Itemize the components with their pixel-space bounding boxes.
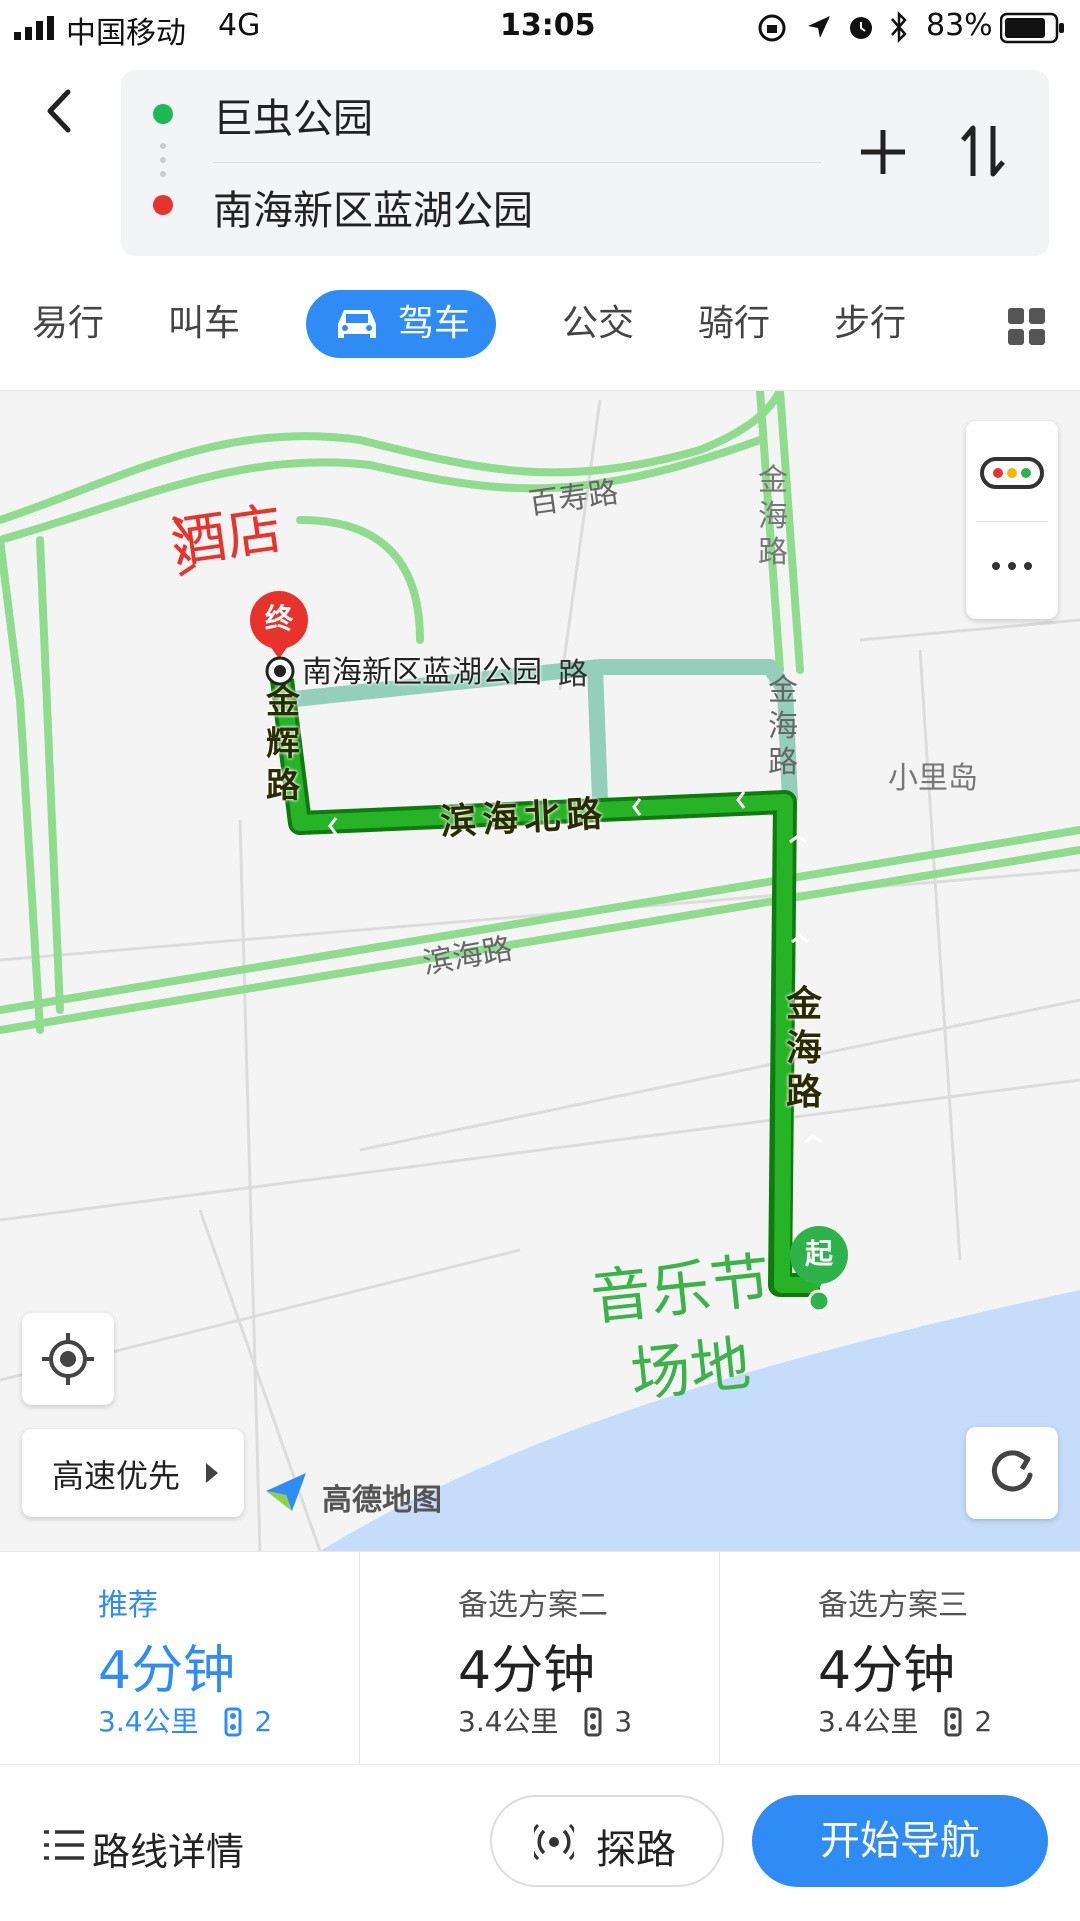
battery-icon bbox=[1000, 12, 1064, 44]
handwritten-hotel: 酒店 bbox=[166, 496, 287, 577]
start-navigation-label: 开始导航 bbox=[820, 1818, 980, 1864]
tab-easy[interactable]: 易行 bbox=[32, 290, 104, 358]
map-canvas[interactable] bbox=[0, 391, 1080, 1551]
plan-distance: 3.4公里 bbox=[98, 1705, 199, 1738]
route-dots bbox=[153, 104, 173, 215]
tab-drive[interactable]: 驾车 bbox=[306, 290, 497, 358]
plan-time: 4分钟 bbox=[98, 1641, 236, 1701]
plan-meta: 3.4公里 2 bbox=[818, 1700, 992, 1740]
plan-recommended[interactable]: 推荐 4分钟 3.4公里 2 bbox=[0, 1552, 359, 1765]
plan-lights: 2 bbox=[254, 1705, 273, 1738]
place-label-xiaoli: 小里岛 bbox=[888, 761, 978, 796]
clock: 13:05 bbox=[500, 8, 596, 43]
back-icon[interactable] bbox=[38, 86, 78, 136]
amap-logo-text: 高德地图 bbox=[322, 1483, 442, 1518]
caret-right-icon bbox=[206, 1463, 218, 1483]
route-line bbox=[274, 679, 818, 1293]
route-divider bbox=[213, 162, 821, 163]
network-type: 4G bbox=[218, 8, 261, 43]
plan-time: 4分钟 bbox=[818, 1641, 956, 1701]
refresh-icon bbox=[992, 1450, 1033, 1492]
tool-divider bbox=[976, 521, 1048, 522]
plan-alt-two[interactable]: 备选方案二 4分钟 3.4公里 3 bbox=[360, 1552, 719, 1765]
amap-logo-icon bbox=[266, 1473, 306, 1511]
traffic-light-icon bbox=[584, 1707, 602, 1737]
handwritten-music-line2: 场地 bbox=[627, 1328, 754, 1412]
plan-alt-three[interactable]: 备选方案三 4分钟 3.4公里 2 bbox=[720, 1552, 1079, 1765]
route-header: 巨虫公园 南海新区蓝湖公园 bbox=[0, 56, 1080, 266]
start-marker-tail bbox=[807, 1267, 831, 1313]
traffic-icon[interactable] bbox=[980, 455, 1044, 491]
route-arrows bbox=[328, 791, 822, 1144]
preference-label: 高速优先 bbox=[52, 1457, 181, 1495]
end-label: 南海新区蓝湖公园 bbox=[302, 655, 542, 690]
tab-taxi[interactable]: 叫车 bbox=[168, 290, 240, 358]
destination-input[interactable]: 南海新区蓝湖公园 bbox=[213, 178, 533, 236]
plan-lights: 2 bbox=[974, 1705, 993, 1738]
rotation-lock-icon bbox=[758, 14, 786, 42]
road-label-jinhui: 金辉路 bbox=[266, 682, 300, 806]
car-icon bbox=[338, 310, 376, 338]
tab-drive-label: 驾车 bbox=[398, 303, 471, 344]
plan-name: 备选方案三 bbox=[818, 1588, 968, 1623]
road-label-jinhai-top: 金海路 bbox=[758, 463, 788, 570]
traffic-light-icon bbox=[224, 1707, 242, 1737]
road-label-suffix: 路 bbox=[558, 657, 588, 692]
add-icon[interactable] bbox=[857, 126, 909, 178]
radar-icon bbox=[534, 1823, 574, 1861]
end-marker[interactable]: 终 bbox=[250, 591, 308, 649]
location-arrow-icon bbox=[808, 16, 830, 38]
bluetooth-icon bbox=[891, 10, 907, 44]
swap-icon[interactable] bbox=[957, 120, 1009, 182]
explore-button[interactable]: 探路 bbox=[490, 1795, 724, 1887]
road-label-jinhai-route: 金海路 bbox=[786, 984, 823, 1113]
plan-distance: 3.4公里 bbox=[818, 1705, 919, 1738]
map-view[interactable]: 百寿路 金海路 金海路 小里岛 滨海北路 滨海路 金海路 金辉路 路 酒店 音乐… bbox=[0, 391, 1080, 1551]
route-details-label: 路线详情 bbox=[92, 1830, 245, 1874]
road-label-jinhai-mid: 金海路 bbox=[768, 673, 798, 780]
tab-bus[interactable]: 公交 bbox=[562, 290, 634, 358]
plan-meta: 3.4公里 2 bbox=[98, 1700, 272, 1740]
explore-label: 探路 bbox=[596, 1827, 676, 1873]
origin-input[interactable]: 巨虫公园 bbox=[213, 86, 373, 144]
road-label-binhai-north: 滨海北路 bbox=[439, 793, 610, 844]
plan-name: 备选方案二 bbox=[458, 1588, 608, 1623]
route-input-box: 巨虫公园 南海新区蓝湖公园 bbox=[121, 70, 1049, 256]
grid-icon[interactable] bbox=[1008, 308, 1046, 346]
tab-bike[interactable]: 骑行 bbox=[698, 290, 770, 358]
plan-lights: 3 bbox=[614, 1705, 633, 1738]
action-bar: 路线详情 探路 开始导航 bbox=[0, 1764, 1080, 1921]
refresh-button[interactable] bbox=[966, 1427, 1058, 1519]
locate-button[interactable] bbox=[22, 1313, 114, 1405]
signal-icon bbox=[14, 16, 54, 40]
route-outline bbox=[270, 678, 820, 1297]
traffic-light-icon bbox=[944, 1707, 962, 1737]
plan-time: 4分钟 bbox=[458, 1641, 596, 1701]
list-icon bbox=[44, 1830, 84, 1860]
battery-percent: 83% bbox=[926, 8, 993, 43]
start-navigation-button[interactable]: 开始导航 bbox=[752, 1795, 1048, 1887]
carrier: 中国移动 bbox=[66, 16, 186, 51]
plan-name: 推荐 bbox=[98, 1588, 158, 1623]
route-plans: 推荐 4分钟 3.4公里 2 备选方案二 4分钟 3.4公里 3 备选方案三 4… bbox=[0, 1551, 1080, 1765]
more-icon[interactable] bbox=[990, 559, 1034, 573]
locate-icon bbox=[42, 1333, 94, 1385]
status-bar: 中国移动 4G 13:05 83% bbox=[0, 0, 1080, 56]
alarm-icon bbox=[850, 17, 872, 39]
mode-tabs: 易行 叫车 驾车 公交 骑行 步行 bbox=[0, 266, 1080, 391]
plan-meta: 3.4公里 3 bbox=[458, 1700, 632, 1740]
plan-distance: 3.4公里 bbox=[458, 1705, 559, 1738]
map-tool-panel bbox=[966, 421, 1058, 619]
tab-walk[interactable]: 步行 bbox=[834, 290, 906, 358]
end-point-icon bbox=[265, 656, 295, 686]
route-preference-button[interactable]: 高速优先 bbox=[22, 1429, 244, 1517]
